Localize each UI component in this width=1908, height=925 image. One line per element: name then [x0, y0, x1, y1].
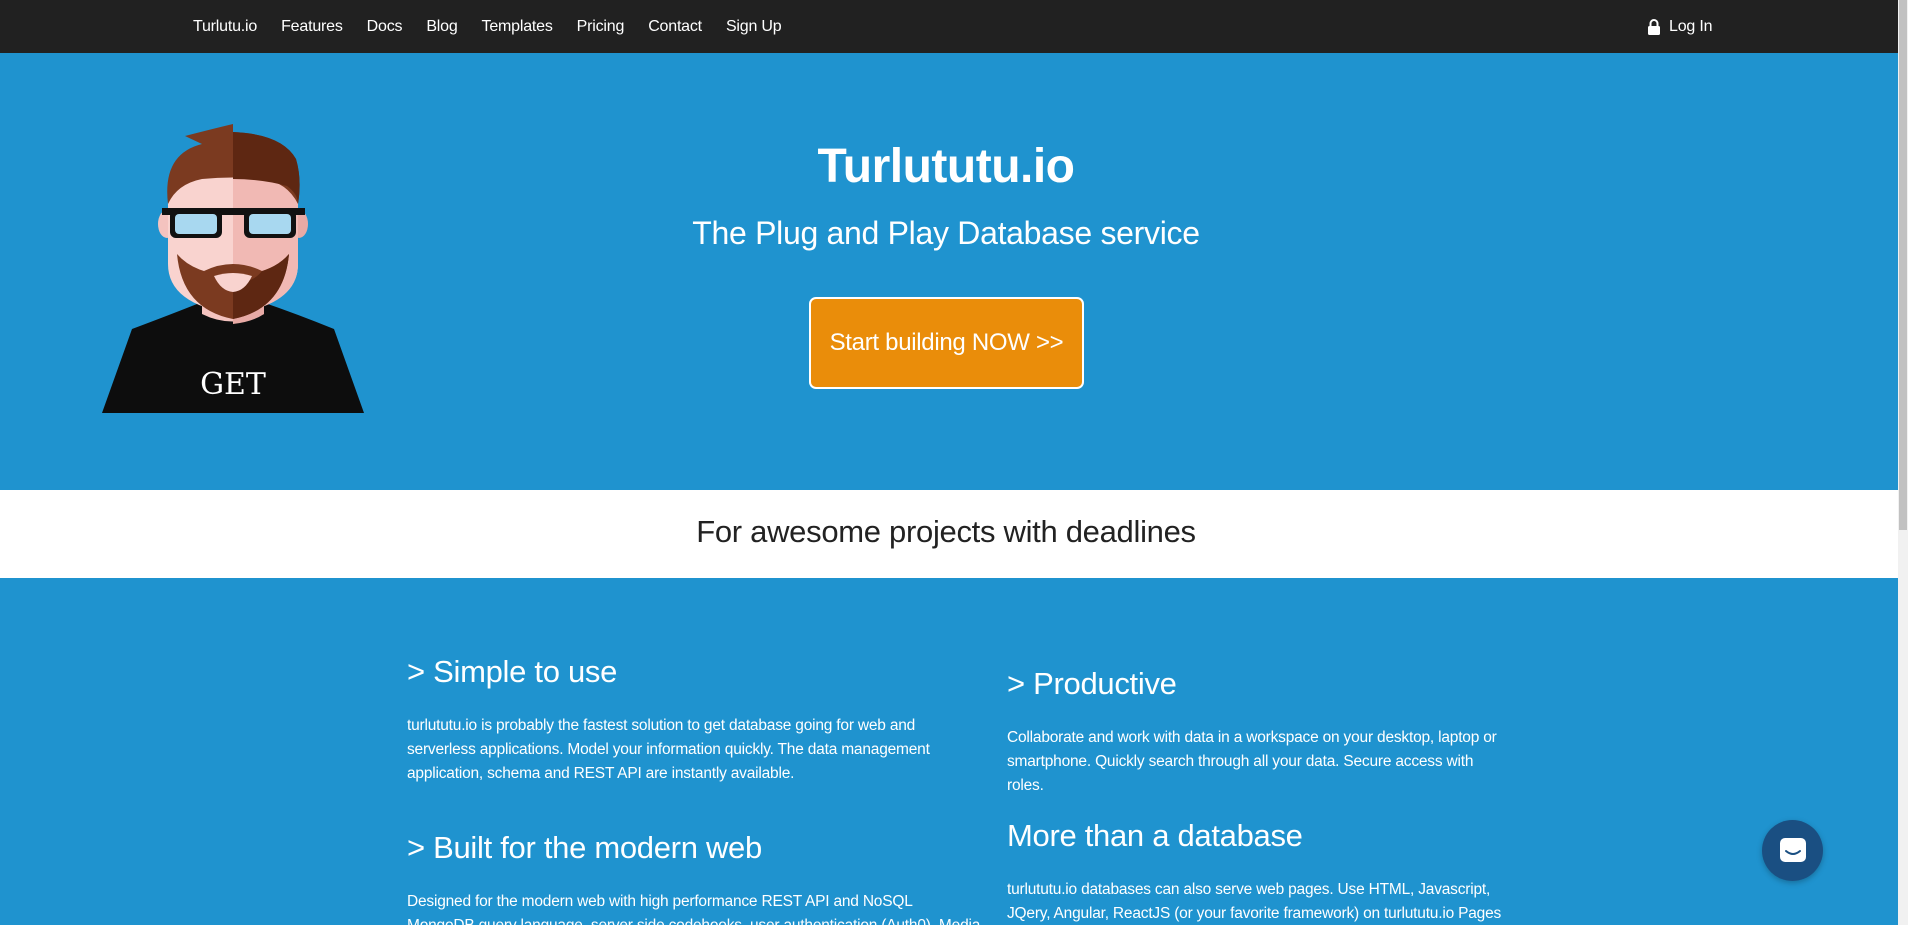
- nav-link-templates[interactable]: Templates: [482, 18, 553, 36]
- nav-link-pricing[interactable]: Pricing: [577, 18, 625, 36]
- scrollbar-thumb[interactable]: [1899, 0, 1907, 530]
- feature-simple-heading: > Simple to use: [407, 654, 618, 689]
- feature-more-heading: More than a database: [1007, 818, 1303, 853]
- nav-link-home[interactable]: Turlutu.io: [193, 18, 257, 36]
- nav-links: Turlutu.io Features Docs Blog Templates …: [193, 0, 805, 53]
- nav-link-docs[interactable]: Docs: [367, 18, 403, 36]
- feature-productive-text: Collaborate and work with data in a work…: [1007, 729, 1497, 794]
- lock-icon: [1648, 18, 1660, 35]
- feature-modern-heading: > Built for the modern web: [407, 830, 762, 865]
- features-section: > Simple to use turlututu.io is probably…: [0, 578, 1898, 925]
- login-label: Log In: [1669, 17, 1713, 35]
- feature-simple-text: turlututu.io is probably the fastest sol…: [407, 717, 930, 782]
- hero-title: Turlututu.io: [817, 140, 1075, 193]
- page-scrollbar[interactable]: [1898, 0, 1908, 925]
- hero-subtitle: The Plug and Play Database service: [692, 215, 1200, 251]
- top-navbar: Turlutu.io Features Docs Blog Templates …: [0, 0, 1898, 53]
- hero-section: GET Turlututu.io The Plug and Play Datab…: [0, 53, 1898, 490]
- nav-link-blog[interactable]: Blog: [426, 18, 457, 36]
- avatar-shirt-text: GET: [200, 367, 266, 402]
- tagline-text: For awesome projects with deadlines: [696, 514, 1196, 549]
- nav-link-features[interactable]: Features: [281, 18, 343, 36]
- login-link[interactable]: Log In: [1647, 0, 1712, 53]
- chat-icon: [1779, 837, 1806, 862]
- nav-link-signup[interactable]: Sign Up: [726, 18, 782, 36]
- start-building-button[interactable]: Start building NOW >>: [809, 297, 1084, 389]
- feature-modern-text: Designed for the modern web with high pe…: [407, 893, 980, 925]
- tagline-band: For awesome projects with deadlines: [0, 490, 1898, 578]
- feature-productive-heading: > Productive: [1007, 666, 1177, 701]
- chat-button[interactable]: [1762, 820, 1823, 881]
- nav-link-contact[interactable]: Contact: [648, 18, 702, 36]
- feature-more-text: turlututu.io databases can also serve we…: [1007, 881, 1502, 922]
